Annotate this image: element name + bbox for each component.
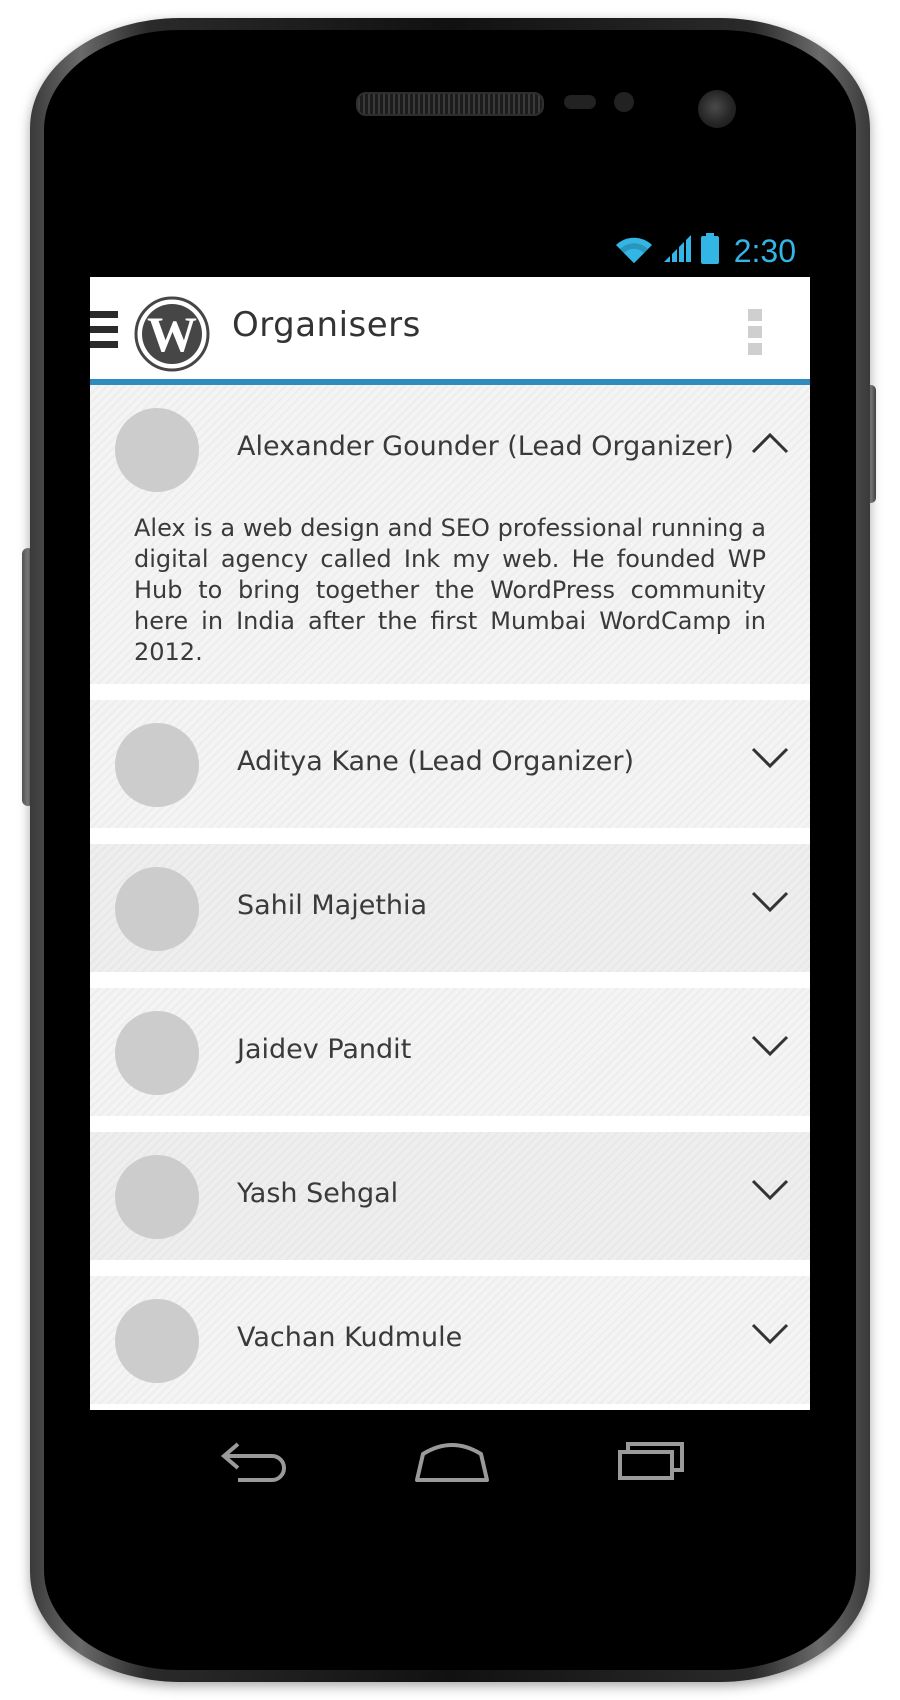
avatar [115,408,199,492]
chevron-down-icon[interactable] [750,746,790,770]
list-item-header[interactable]: Vachan Kudmule [90,1276,810,1404]
avatar [115,1299,199,1383]
organizer-name: Yash Sehgal [237,1178,399,1209]
organizer-name: Jaidev Pandit [237,1034,412,1065]
organizer-name: Alexander Gounder (Lead Organizer) [237,431,734,462]
back-icon[interactable] [210,1430,300,1490]
chevron-down-icon[interactable] [750,1034,790,1058]
wifi-icon [614,233,654,269]
divider [90,1260,810,1276]
home-icon[interactable] [407,1430,497,1490]
earpiece-speaker [356,92,544,116]
list-item-header[interactable]: Aditya Kane (Lead Organizer) [90,700,810,828]
list-item-header[interactable]: Sahil Majethia [90,844,810,972]
page-title: Organisers [232,305,421,345]
divider [90,972,810,988]
status-icons: 2:30 [614,231,796,271]
list-item-header[interactable]: Alexander Gounder (Lead Organizer) [90,385,810,513]
divider [90,684,810,700]
avatar [115,1011,199,1095]
chevron-down-icon[interactable] [750,1322,790,1346]
avatar [115,723,199,807]
chevron-down-icon[interactable] [750,1178,790,1202]
list-item[interactable]: Vachan Kudmule [90,1276,810,1404]
chevron-down-icon[interactable] [750,890,790,914]
organizer-name: Sahil Majethia [237,890,428,921]
wordpress-logo[interactable]: W [134,296,210,372]
list-item-header[interactable]: Jaidev Pandit [90,988,810,1116]
divider [90,828,810,844]
proximity-sensor [564,95,596,109]
signal-icon [662,234,692,268]
list-item[interactable]: Alexander Gounder (Lead Organizer) Alex … [90,385,810,684]
list-item[interactable]: Yash Sehgal [90,1132,810,1260]
divider [90,1116,810,1132]
status-time: 2:30 [733,232,796,269]
organizer-list: Alexander Gounder (Lead Organizer) Alex … [90,385,810,1404]
avatar [115,1155,199,1239]
app-screen: 2:30 W Organisers Alexander Gounder (Lea… [90,225,810,1410]
battery-icon [700,233,720,269]
organizer-description: Alex is a web design and SEO professiona… [134,514,766,666]
device-frame: 2:30 W Organisers Alexander Gounder (Lea… [0,0,900,1700]
list-item[interactable]: Jaidev Pandit [90,988,810,1116]
overflow-menu-icon[interactable] [748,309,762,355]
organizer-name: Vachan Kudmule [237,1322,463,1353]
organizer-name: Aditya Kane (Lead Organizer) [237,746,634,777]
light-sensor [614,92,634,112]
status-bar: 2:30 [90,225,810,277]
navigation-bar [90,1420,810,1510]
recent-apps-icon[interactable] [610,1430,700,1490]
list-item[interactable]: Aditya Kane (Lead Organizer) [90,700,810,828]
list-item[interactable]: Sahil Majethia [90,844,810,972]
front-camera [698,90,736,128]
list-item-header[interactable]: Yash Sehgal [90,1132,810,1260]
hamburger-menu-icon[interactable] [90,311,118,349]
avatar [115,867,199,951]
action-bar: W Organisers [90,277,810,385]
chevron-up-icon[interactable] [750,431,790,455]
svg-text:W: W [147,306,197,362]
